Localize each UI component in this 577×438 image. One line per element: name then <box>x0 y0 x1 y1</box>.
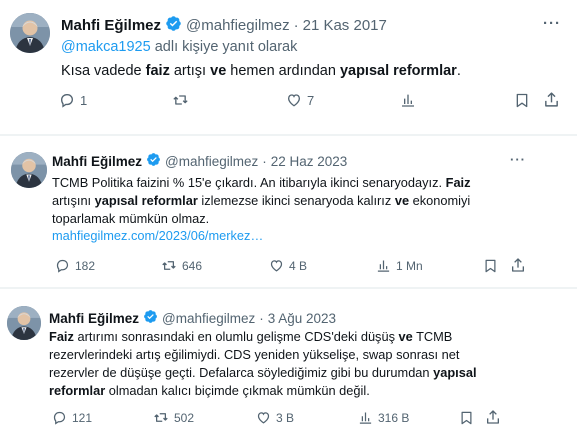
divider <box>0 287 577 289</box>
retweet-count: 646 <box>182 258 203 273</box>
retweet-button[interactable]: 502 <box>153 410 194 425</box>
tweet-header: Mahfi Eğilmez @mahfiegilmez · 22 Haz 202… <box>52 152 347 170</box>
retweet-button[interactable] <box>172 92 189 108</box>
separator-dot: · <box>293 17 299 34</box>
highlighted-text: faiz <box>145 63 170 79</box>
separator-dot: · <box>259 310 264 326</box>
views-button[interactable]: 1 Mn <box>376 258 423 273</box>
avatar[interactable] <box>11 152 47 188</box>
reply-button[interactable]: 1 <box>59 92 87 108</box>
analytics-icon <box>377 260 390 272</box>
share-icon[interactable] <box>510 257 526 278</box>
like-count: 7 <box>307 92 315 108</box>
tweet-date[interactable]: 22 Haz 2023 <box>271 154 348 169</box>
author-name[interactable]: Mahfi Eğilmez <box>52 154 142 169</box>
like-button[interactable]: 3 B <box>256 410 294 425</box>
retweet-icon <box>154 413 168 422</box>
tweet-date[interactable]: 3 Ağu 2023 <box>268 311 336 326</box>
tweet-date[interactable]: 21 Kas 2017 <box>303 17 387 34</box>
text-segment: artışını <box>52 193 95 208</box>
reply-count: 182 <box>75 258 96 273</box>
reply-button[interactable]: 182 <box>55 258 95 273</box>
like-button[interactable]: 4 B <box>269 258 307 273</box>
reply-count: 1 <box>80 92 88 108</box>
bookmark-icon[interactable] <box>514 92 530 114</box>
more-options-icon[interactable]: ··· <box>510 152 526 167</box>
highlighted-text: Faiz <box>445 175 471 190</box>
reply-icon <box>56 259 69 273</box>
share-icon[interactable] <box>485 409 501 430</box>
heart-icon <box>270 260 283 272</box>
tweet-text: TCMB Politika faizini % 15'e çıkardı. An… <box>52 174 504 228</box>
view-count: 316 B <box>378 410 410 425</box>
reply-icon <box>53 411 66 425</box>
reply-mention-link[interactable]: @makca1925 <box>61 39 151 55</box>
views-button[interactable]: 316 B <box>358 410 409 425</box>
avatar[interactable] <box>7 306 41 340</box>
tweet-header: Mahfi Eğilmez @mahfiegilmez · 3 Ağu 2023 <box>49 309 336 327</box>
text-segment: artışı <box>169 63 211 79</box>
reply-button[interactable]: 121 <box>52 410 92 425</box>
highlighted-text: yapısal reformlar <box>94 193 198 208</box>
reply-context-text: adlı kişiye yanıt olarak <box>150 39 298 55</box>
heart-icon <box>257 412 270 424</box>
tweet-3[interactable]: Mahfi Eğilmez @mahfiegilmez · 3 Ağu 2023… <box>0 291 577 438</box>
highlighted-text: ve <box>398 329 413 344</box>
highlighted-text: ve <box>394 193 410 208</box>
author-name[interactable]: Mahfi Eğilmez <box>61 17 161 34</box>
reply-count: 121 <box>72 410 93 425</box>
tweet-1[interactable]: Mahfi Eğilmez @mahfiegilmez · 21 Kas 201… <box>0 0 577 125</box>
author-name[interactable]: Mahfi Eğilmez <box>49 311 139 326</box>
text-segment: . <box>456 63 461 79</box>
like-button[interactable]: 7 <box>286 92 314 108</box>
like-count: 3 B <box>276 410 295 425</box>
verified-badge-icon <box>143 309 158 327</box>
author-handle[interactable]: @mahfiegilmez <box>165 154 258 169</box>
tweet-text: Faiz artırımı sonrasındaki en olumlu gel… <box>49 328 489 400</box>
tweet-2[interactable]: Mahfi Eğilmez @mahfiegilmez · 22 Haz 202… <box>0 140 577 283</box>
reply-context: @makca1925 adlı kişiye yanıt olarak <box>61 39 297 55</box>
view-count: 1 Mn <box>396 258 423 273</box>
retweet-count: 502 <box>174 410 195 425</box>
text-segment: hemen ardından <box>226 63 340 79</box>
share-icon[interactable] <box>543 91 560 113</box>
text-segment: artırımı sonrasındaki en olumlu gelişme … <box>73 329 399 344</box>
verified-badge-icon <box>146 152 161 170</box>
retweet-button[interactable]: 646 <box>161 258 202 273</box>
more-options-icon[interactable]: ··· <box>543 15 561 32</box>
views-button[interactable] <box>400 92 416 108</box>
analytics-icon <box>402 94 414 107</box>
tweet-text: Kısa vadede faiz artışı ve hemen ardında… <box>61 62 531 81</box>
heart-icon <box>287 94 301 107</box>
text-segment: izlemezse ikinci senaryoda kalırız <box>197 193 395 208</box>
author-handle[interactable]: @mahfiegilmez <box>186 17 290 34</box>
separator-dot: · <box>262 153 267 169</box>
avatar[interactable] <box>10 13 50 53</box>
retweet-icon <box>173 95 188 105</box>
text-segment: TCMB Politika faizini % 15'e çıkardı. An… <box>52 175 446 190</box>
bookmark-icon[interactable] <box>483 258 498 279</box>
divider <box>0 134 577 136</box>
tweet-header: Mahfi Eğilmez @mahfiegilmez · 21 Kas 201… <box>61 15 387 36</box>
article-link[interactable]: mahfiegilmez.com/2023/06/merkez… <box>52 228 263 243</box>
verified-badge-icon <box>165 15 182 36</box>
text-segment: Kısa vadede <box>61 63 146 79</box>
like-count: 4 B <box>289 258 308 273</box>
author-handle[interactable]: @mahfiegilmez <box>162 311 255 326</box>
bookmark-icon[interactable] <box>459 410 474 431</box>
highlighted-text: Faiz <box>49 329 74 344</box>
highlighted-text: ve <box>210 63 227 79</box>
text-segment: olmadan kalıcı biçimde çıkmak mümkün değ… <box>105 383 370 398</box>
reply-icon <box>60 94 74 108</box>
highlighted-text: yapısal reformlar <box>339 63 457 79</box>
retweet-icon <box>162 261 176 270</box>
analytics-icon <box>359 412 372 424</box>
